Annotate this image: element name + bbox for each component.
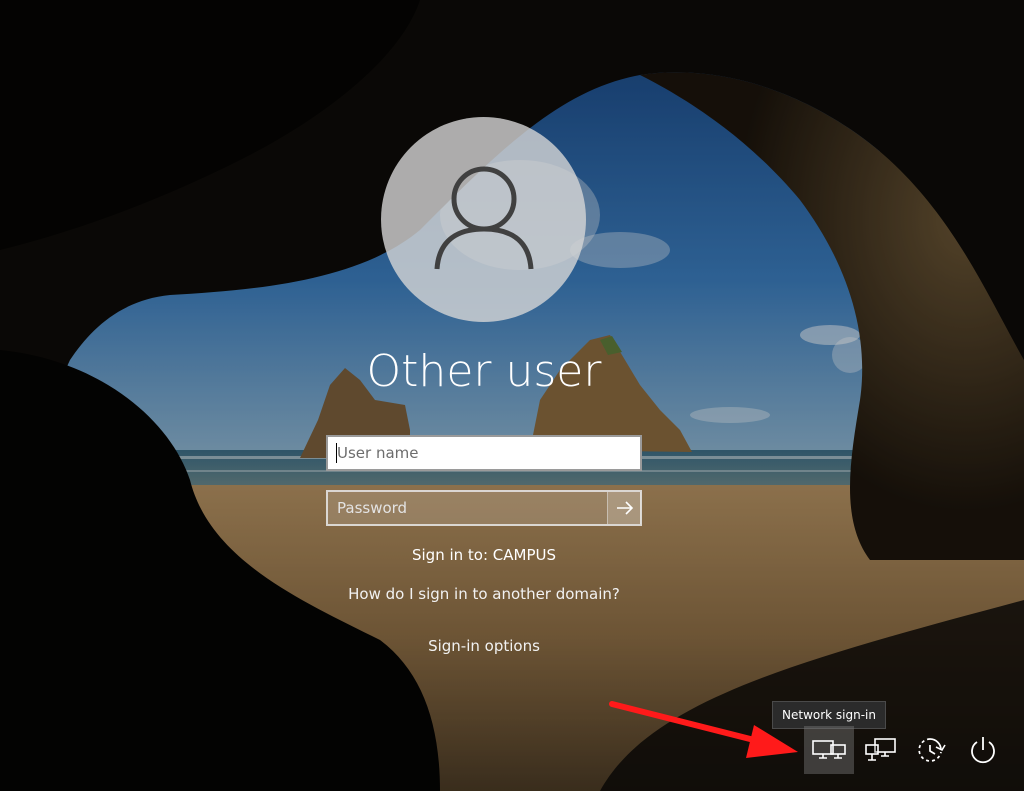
username-input[interactable] xyxy=(326,435,642,471)
power-icon xyxy=(971,737,995,764)
other-domain-link[interactable]: How do I sign in to another domain? xyxy=(262,585,706,603)
user-icon xyxy=(434,166,533,269)
power-button[interactable] xyxy=(958,726,1008,774)
sign-in-domain-text: Sign in to: CAMPUS xyxy=(411,546,557,564)
network-sign-in-button[interactable] xyxy=(804,726,854,774)
network-button[interactable] xyxy=(856,726,906,774)
user-title: Other user xyxy=(366,346,602,397)
ease-of-access-icon xyxy=(918,738,946,762)
text-caret xyxy=(336,443,337,463)
ease-of-access-button[interactable] xyxy=(906,726,956,774)
arrow-right-icon xyxy=(616,501,633,515)
sign-in-options-link[interactable]: Sign-in options xyxy=(262,637,706,655)
user-avatar xyxy=(381,117,586,322)
submit-button[interactable] xyxy=(607,492,641,524)
network-icon xyxy=(865,738,896,761)
network-sign-in-tooltip: Network sign-in xyxy=(772,701,886,729)
password-input[interactable] xyxy=(326,490,642,526)
lock-screen: Other user Sign in to: CAMPUS How do I s… xyxy=(0,0,1024,791)
network-sign-in-icon xyxy=(812,740,846,759)
